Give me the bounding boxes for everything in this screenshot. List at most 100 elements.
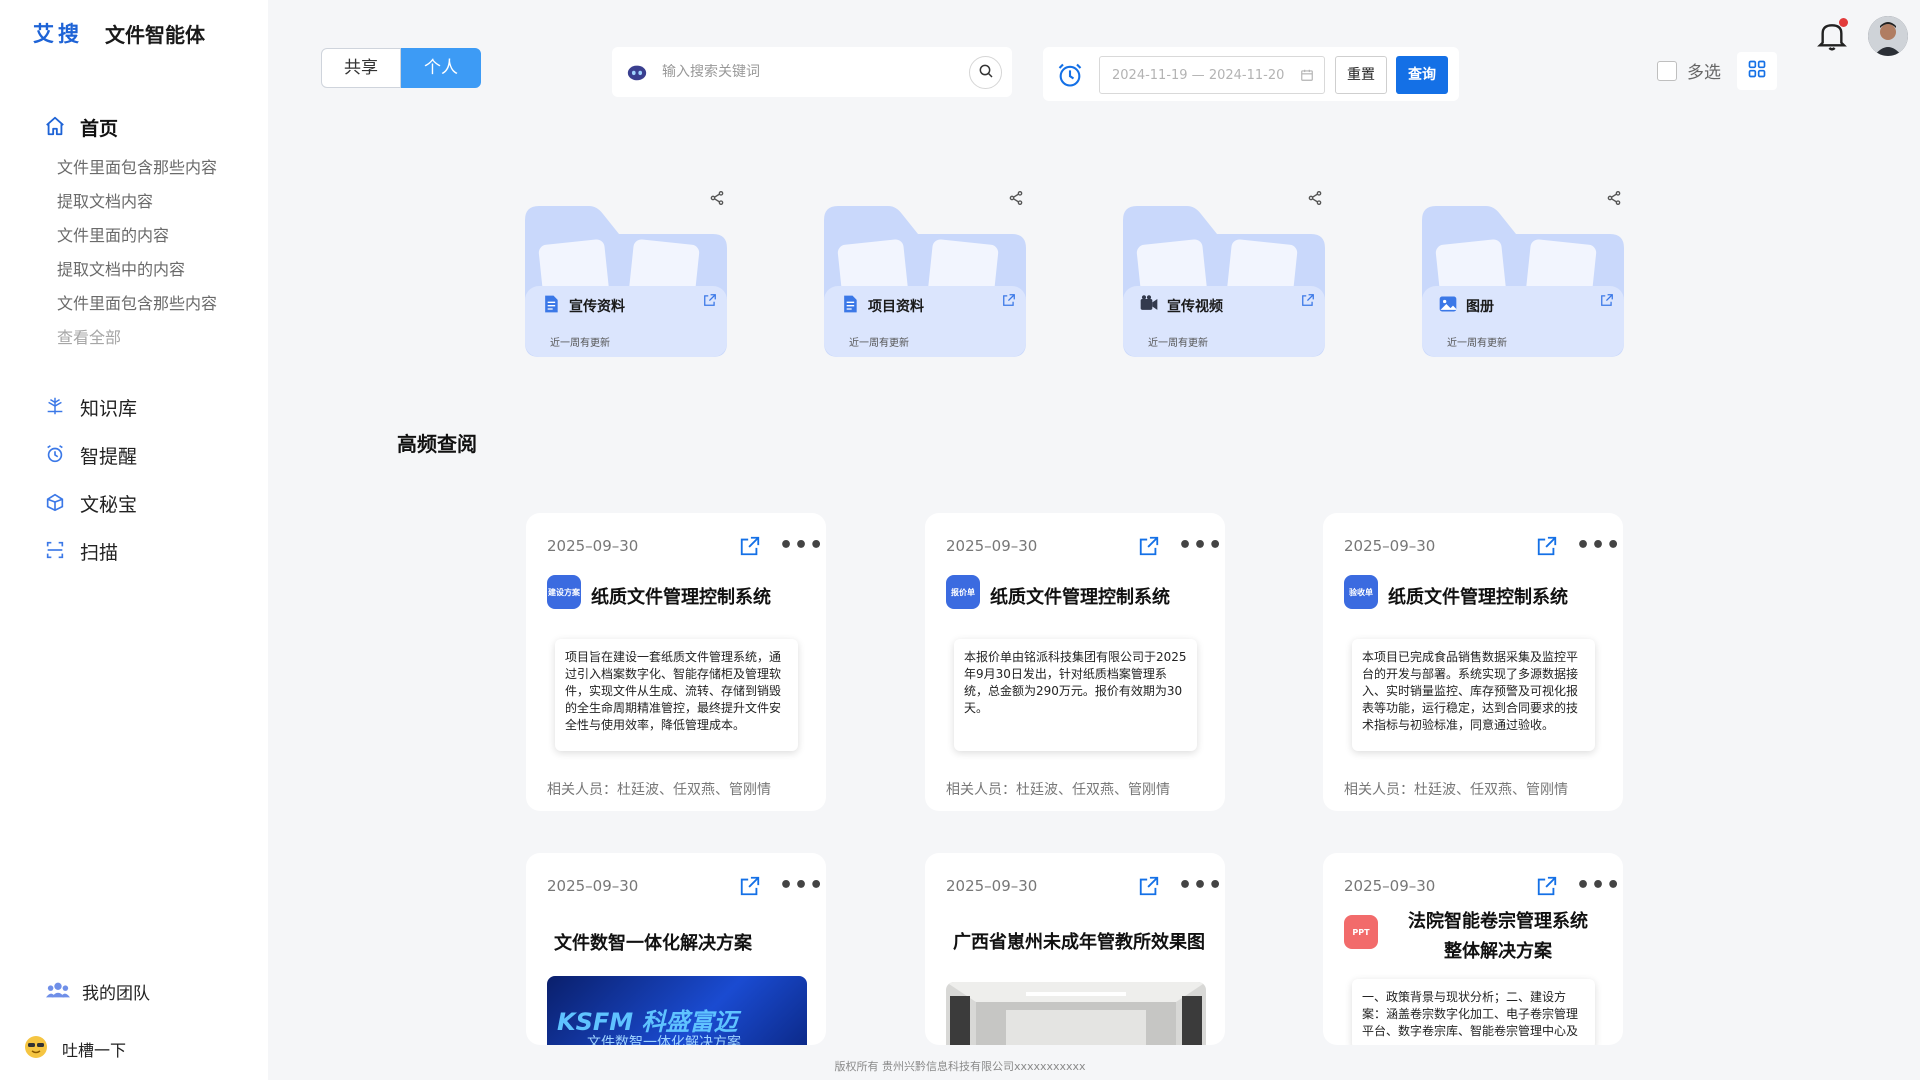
- recent-list: 文件里面包含那些内容 提取文档内容 文件里面的内容 提取文档中的内容 文件里面包…: [57, 156, 217, 360]
- view-all-link[interactable]: 查看全部: [57, 326, 217, 360]
- edit-icon[interactable]: [1536, 535, 1558, 561]
- multi-select-label: 多选: [1687, 63, 1721, 83]
- card-people: 相关人员：杜廷波、任双燕、管刚情: [1344, 782, 1568, 798]
- folder-card[interactable]: 项目资料 近一周有更新: [824, 182, 1026, 357]
- nav-scan[interactable]: 扫描: [44, 538, 118, 565]
- tab-shared[interactable]: 共享: [321, 48, 401, 88]
- document-icon: [840, 294, 860, 318]
- my-team[interactable]: 我的团队: [46, 979, 150, 1004]
- team-icon: [46, 980, 70, 1004]
- folder-card[interactable]: 图册 近一周有更新: [1422, 182, 1624, 357]
- card-title: 文件数智一体化解决方案: [554, 933, 752, 954]
- document-card[interactable]: 2025–09–30 ••• 报价单 纸质文件管理控制系统 本报价单由铭派科技集…: [925, 513, 1225, 811]
- document-icon: [541, 294, 561, 318]
- edit-icon[interactable]: [739, 535, 761, 561]
- recent-item[interactable]: 文件里面的内容: [57, 224, 217, 258]
- card-date: 2025–09–30: [547, 537, 639, 555]
- card-title: 法院智能卷宗管理系统: [1408, 911, 1588, 932]
- my-team-label: 我的团队: [82, 984, 150, 1004]
- robot-icon: [626, 61, 648, 83]
- search-icon: [978, 63, 994, 83]
- date-filter: 2024-11-19 — 2024-11-20 重置 查询: [1043, 47, 1459, 101]
- footer-copyright: 版权所有 贵州兴黔信息科技有限公司xxxxxxxxxxx: [834, 1060, 1086, 1073]
- multi-select[interactable]: 多选: [1657, 58, 1721, 83]
- edit-icon[interactable]: [1536, 875, 1558, 901]
- alarm-clock-icon: [1056, 61, 1084, 93]
- video-icon: [1139, 294, 1159, 318]
- folder-name: 图册: [1466, 299, 1494, 315]
- nav-secretary-label: 文秘宝: [80, 494, 138, 516]
- card-summary: 本报价单由铭派科技集团有限公司于2025年9月30日发出，针对纸质档案管理系统，…: [954, 639, 1197, 751]
- recent-item[interactable]: 提取文档中的内容: [57, 258, 217, 292]
- more-icon[interactable]: •••: [779, 873, 824, 898]
- feedback-button[interactable]: 吐槽一下: [24, 1035, 126, 1063]
- avatar[interactable]: [1868, 16, 1908, 56]
- open-icon[interactable]: [703, 292, 717, 311]
- folder-card[interactable]: 宣传视频 近一周有更新: [1123, 182, 1325, 357]
- thumbnail-caption: 文件数智一体化解决方案: [587, 1035, 741, 1045]
- document-card[interactable]: 2025–09–30 ••• 建设方案 纸质文件管理控制系统 项目旨在建设一套纸…: [526, 513, 826, 811]
- open-icon[interactable]: [1301, 292, 1315, 311]
- reset-button[interactable]: 重置: [1335, 56, 1387, 94]
- brand: 艾搜 文件智能体: [33, 18, 205, 48]
- bell-icon: [1816, 24, 1848, 58]
- query-button[interactable]: 查询: [1396, 56, 1448, 94]
- grid-icon: [1747, 59, 1767, 83]
- document-card[interactable]: 2025–09–30 ••• 验收单 纸质文件管理控制系统 本项目已完成食品销售…: [1323, 513, 1623, 811]
- feedback-label: 吐槽一下: [62, 1041, 127, 1060]
- doc-type-badge: PPT: [1344, 915, 1378, 949]
- card-date: 2025–09–30: [1344, 537, 1436, 555]
- card-date: 2025–09–30: [946, 877, 1038, 895]
- card-people: 相关人员：杜廷波、任双燕、管刚情: [946, 782, 1170, 798]
- knowledge-icon: [44, 395, 66, 421]
- doc-type-badge: 报价单: [946, 575, 980, 609]
- alarm-icon: [44, 443, 66, 469]
- folder-card[interactable]: 宣传资料 近一周有更新: [525, 182, 727, 357]
- multi-select-checkbox[interactable]: [1657, 60, 1677, 81]
- folder-name: 宣传视频: [1167, 299, 1223, 315]
- recent-item[interactable]: 文件里面包含那些内容: [57, 156, 217, 190]
- brand-logo: 艾搜: [33, 22, 83, 46]
- nav-scan-label: 扫描: [80, 542, 119, 564]
- edit-icon[interactable]: [739, 875, 761, 901]
- edit-icon[interactable]: [1138, 535, 1160, 561]
- card-title: 纸质文件管理控制系统: [990, 587, 1170, 608]
- document-card[interactable]: 2025–09–30 ••• 文件数智一体化解决方案 KSFM 科盛富迈 文件数…: [526, 853, 826, 1045]
- card-people: 相关人员：杜廷波、任双燕、管刚情: [547, 782, 771, 798]
- more-icon[interactable]: •••: [1576, 873, 1621, 898]
- nav-secretary[interactable]: 文秘宝: [44, 490, 137, 517]
- card-date: 2025–09–30: [1344, 877, 1436, 895]
- card-summary: 本项目已完成食品销售数据采集及监控平台的开发与部署。系统实现了多源数据接入、实时…: [1352, 639, 1595, 751]
- search-input[interactable]: [662, 64, 942, 80]
- nav-reminder[interactable]: 智提醒: [44, 442, 137, 469]
- open-icon[interactable]: [1002, 292, 1016, 311]
- nav-reminder-label: 智提醒: [80, 446, 138, 468]
- document-card[interactable]: 2025–09–30 ••• 广西省崽州未成年管教所效果图: [925, 853, 1225, 1045]
- more-icon[interactable]: •••: [1178, 533, 1223, 558]
- grid-view-button[interactable]: [1737, 52, 1777, 90]
- date-range-picker[interactable]: 2024-11-19 — 2024-11-20: [1099, 56, 1325, 94]
- edit-icon[interactable]: [1138, 875, 1160, 901]
- recent-item[interactable]: 提取文档内容: [57, 190, 217, 224]
- more-icon[interactable]: •••: [1576, 533, 1621, 558]
- recent-item[interactable]: 文件里面包含那些内容: [57, 292, 217, 326]
- folder-updated: 近一周有更新: [550, 338, 610, 349]
- more-icon[interactable]: •••: [779, 533, 824, 558]
- calendar-icon: [1300, 68, 1314, 86]
- card-summary: 项目旨在建设一套纸质文件管理系统，通过引入档案数字化、智能存储柜及管理软件，实现…: [555, 639, 798, 751]
- nav-home[interactable]: 首页: [44, 114, 118, 141]
- document-card[interactable]: 2025–09–30 ••• PPT 法院智能卷宗管理系统 整体解决方案 一、政…: [1323, 853, 1623, 1045]
- scope-toggle: 共享 个人: [321, 48, 481, 88]
- card-thumbnail: [946, 982, 1206, 1045]
- card-summary: 一、政策背景与现状分析；二、建设方案：涵盖卷宗数字化加工、电子卷宗管理平台、数字…: [1352, 979, 1595, 1045]
- card-title-line2: 整体解决方案: [1444, 941, 1552, 962]
- nav-knowledge[interactable]: 知识库: [44, 394, 137, 421]
- card-title: 纸质文件管理控制系统: [591, 587, 771, 608]
- notification-button[interactable]: [1816, 18, 1848, 58]
- tab-personal[interactable]: 个人: [401, 48, 481, 88]
- more-icon[interactable]: •••: [1178, 873, 1223, 898]
- card-title: 广西省崽州未成年管教所效果图: [953, 932, 1205, 953]
- search-button[interactable]: [969, 56, 1002, 89]
- card-date: 2025–09–30: [547, 877, 639, 895]
- open-icon[interactable]: [1600, 292, 1614, 311]
